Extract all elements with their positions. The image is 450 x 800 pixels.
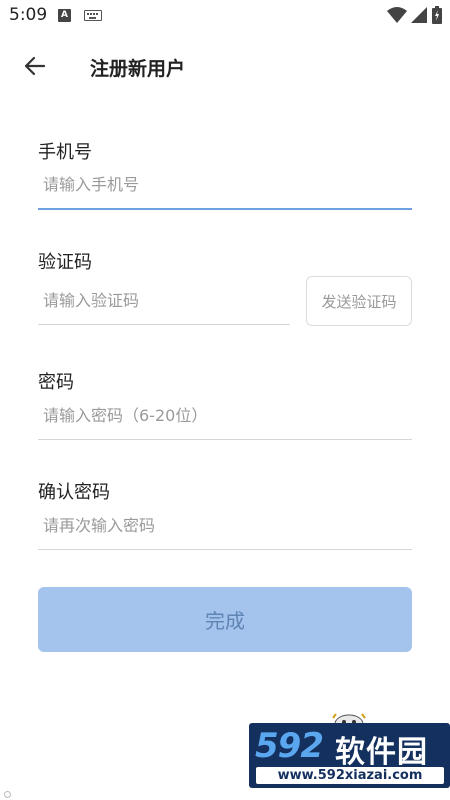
signal-icon [411, 7, 427, 23]
submit-button[interactable]: 完成 [38, 587, 412, 652]
code-input[interactable] [38, 280, 290, 320]
confirm-password-input[interactable] [38, 505, 412, 545]
phone-label: 手机号 [38, 142, 92, 163]
code-underline [38, 324, 290, 325]
app-bar: 注册新用户 [0, 32, 450, 102]
phone-underline [38, 208, 412, 210]
notification-a-icon: A [58, 9, 71, 22]
watermark: 592 软件园 www.592xiazai.com [249, 710, 450, 788]
password-label: 密码 [38, 372, 74, 393]
send-code-button[interactable]: 发送验证码 [306, 276, 412, 326]
watermark-box: 592 软件园 www.592xiazai.com [249, 723, 450, 788]
status-time: 5:09 [9, 5, 48, 25]
keyboard-icon [84, 10, 102, 21]
password-underline [38, 439, 412, 440]
nav-bar [0, 790, 450, 800]
page-title: 注册新用户 [90, 58, 186, 80]
watermark-number: 592 [255, 726, 324, 766]
nav-dot-icon [4, 791, 11, 798]
watermark-text: 软件园 [335, 735, 428, 770]
wifi-icon [387, 7, 407, 23]
phone-input[interactable] [38, 164, 412, 204]
confirm-password-label: 确认密码 [38, 482, 110, 503]
confirm-password-underline [38, 549, 412, 550]
status-bar: 5:09 A [0, 0, 450, 32]
arrow-left-icon[interactable] [22, 53, 48, 79]
watermark-url: www.592xiazai.com [256, 767, 444, 784]
battery-icon [432, 6, 442, 24]
password-input[interactable] [38, 395, 412, 435]
code-label: 验证码 [38, 252, 92, 273]
